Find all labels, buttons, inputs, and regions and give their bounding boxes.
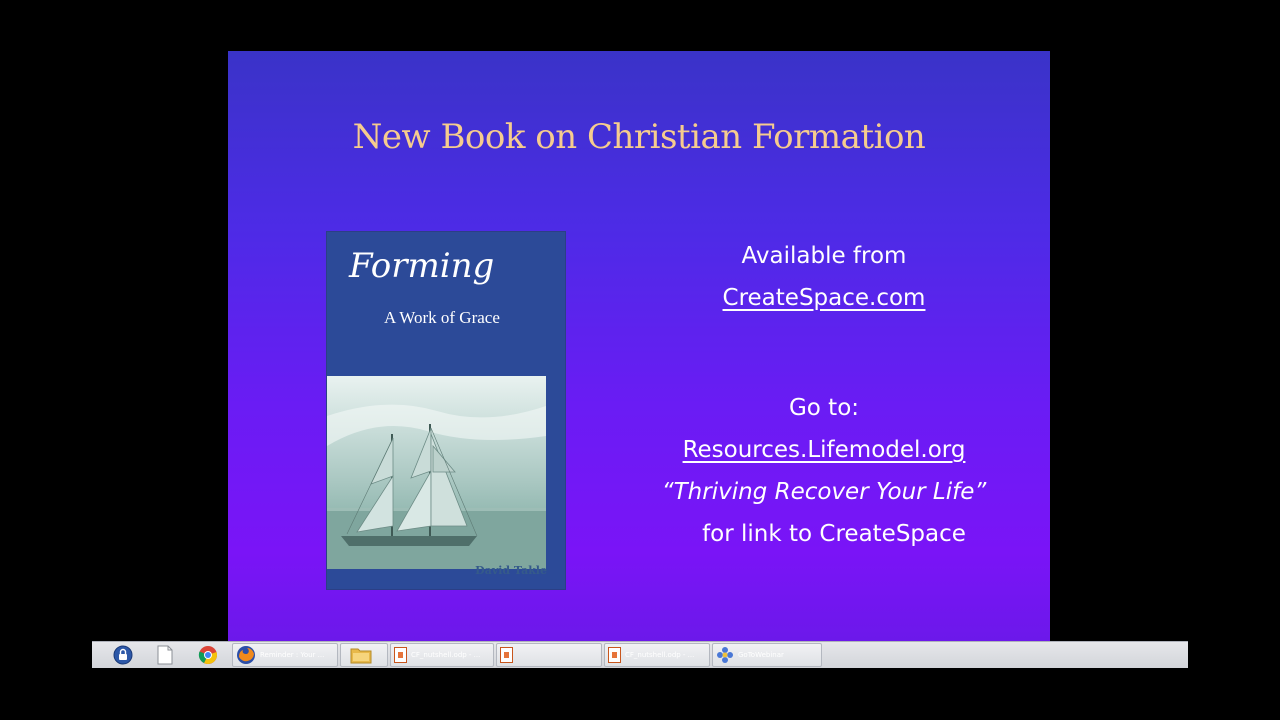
taskbar: Reminder : Your ... CF_nutshell.odp - ..… [92, 641, 1188, 668]
gotowebinar-icon [717, 647, 733, 663]
book-title: Forming [349, 246, 495, 286]
sailing-ship-image [327, 376, 546, 569]
book-cover: Forming A Work of Grace David Takle [327, 232, 565, 589]
taskbar-button-explorer[interactable] [340, 643, 388, 667]
book-author: David Takle [475, 564, 547, 577]
taskbar-button-label: Reminder : Your ... [260, 651, 325, 659]
resources-link[interactable]: Resources.Lifemodel.org [648, 436, 1000, 464]
document-icon[interactable] [154, 645, 176, 665]
thriving-quote: “Thriving Recover Your Life” [661, 479, 987, 505]
taskbar-button-gotowebinar[interactable]: GoToWebinar [712, 643, 822, 667]
slide-title: New Book on Christian Formation [352, 117, 926, 157]
book-subtitle: A Work of Grace [384, 308, 500, 327]
lock-icon[interactable] [112, 645, 134, 665]
taskbar-button-impress-1[interactable]: CF_nutshell.odp - ... [390, 643, 494, 667]
available-from-text: Available from [741, 243, 907, 269]
firefox-icon [237, 646, 255, 664]
createspace-note: for link to CreateSpace [702, 521, 966, 547]
taskbar-button-reminder[interactable]: Reminder : Your ... [232, 643, 338, 667]
taskbar-button-label: CF_nutshell.odp - ... [411, 651, 481, 659]
chrome-icon[interactable] [197, 645, 219, 665]
impress-icon [608, 647, 621, 663]
folder-icon [350, 648, 372, 664]
impress-icon [394, 647, 407, 663]
createspace-link[interactable]: CreateSpace.com [648, 284, 1000, 312]
go-to-text: Go to: [788, 395, 860, 421]
presentation-slide: New Book on Christian Formation Forming … [228, 51, 1050, 641]
impress-icon [500, 647, 513, 663]
taskbar-button-impress-3[interactable]: CF_nutshell.odp - ... [604, 643, 710, 667]
taskbar-button-label: GoToWebinar [738, 651, 784, 659]
taskbar-button-impress-2[interactable] [496, 643, 602, 667]
taskbar-button-label: CF_nutshell.odp - ... [625, 651, 695, 659]
